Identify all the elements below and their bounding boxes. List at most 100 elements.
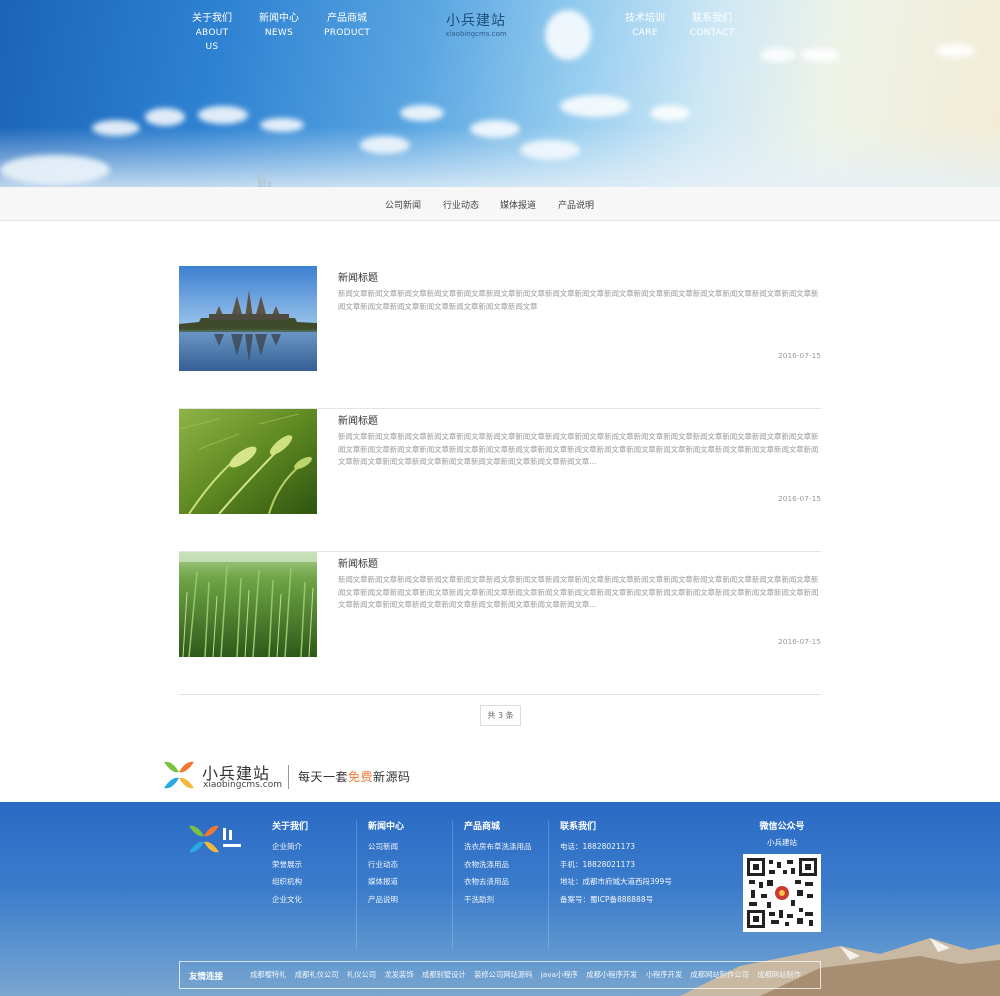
nav-news-en: NEWS bbox=[264, 28, 294, 38]
nav-product-cn: 产品商城 bbox=[327, 13, 367, 24]
nav-contact[interactable]: 联系我们 CONTACT bbox=[688, 12, 736, 40]
footer-link[interactable]: 荣誉展示 bbox=[272, 856, 308, 874]
cloud-decoration bbox=[760, 48, 796, 62]
friend-link[interactable]: 龙发装饰 bbox=[384, 970, 413, 979]
friend-link[interactable]: 装修公司网站源码 bbox=[474, 970, 532, 979]
footer-divider bbox=[452, 820, 453, 948]
wechat-qr-code bbox=[743, 854, 821, 932]
cloud-decoration bbox=[198, 106, 248, 124]
news-title[interactable]: 新闻标题 bbox=[338, 412, 378, 427]
footer-col-about: 关于我们 企业简介 荣誉展示 组织机构 企业文化 bbox=[272, 820, 308, 908]
footer-col-product: 产品商城 洗衣房布草洗涤用品 衣物洗涤用品 衣物去渍用品 干洗助剂 bbox=[464, 820, 532, 908]
nav-care[interactable]: 技术培训 CARE bbox=[624, 12, 666, 40]
nav-about-en: ABOUT US bbox=[195, 28, 229, 52]
friend-link[interactable]: 礼仪公司 bbox=[347, 970, 376, 979]
contact-address: 地址：成都市府城大道西段399号 bbox=[560, 877, 672, 886]
news-thumbnail-temple[interactable] bbox=[179, 266, 317, 371]
friend-link[interactable]: 成都网站制作公司 bbox=[691, 970, 749, 979]
brand-logo-icon bbox=[164, 761, 194, 789]
nav-contact-en: CONTACT bbox=[689, 28, 735, 38]
friend-link[interactable]: java小程序 bbox=[541, 970, 578, 979]
wechat-block: 微信公众号 小兵建站 bbox=[742, 820, 822, 932]
footer-link[interactable]: 洗衣房布草洗涤用品 bbox=[464, 838, 532, 856]
city-skyline bbox=[263, 177, 266, 187]
friend-link[interactable]: 成都小程序开发 bbox=[586, 970, 637, 979]
nav-care-en: CARE bbox=[632, 28, 658, 38]
footer-col-title[interactable]: 产品商城 bbox=[464, 820, 532, 834]
footer-logo-icon bbox=[189, 825, 241, 853]
cloud-decoration bbox=[935, 44, 975, 58]
news-excerpt: 新闻文章新闻文章新闻文章新闻文章新闻文章新闻文章新闻文章新闻文章新闻文章新闻文章… bbox=[338, 432, 819, 466]
city-skyline bbox=[258, 173, 262, 187]
nav-care-cn: 技术培训 bbox=[625, 13, 665, 24]
footer-link[interactable]: 企业简介 bbox=[272, 838, 308, 856]
brand-url: xiaobingcms.com bbox=[203, 780, 282, 790]
news-item[interactable]: 新闻标题 新闻文章新闻文章新闻文章新闻文章新闻文章新闻文章新闻文章新闻文章新闻文… bbox=[179, 552, 821, 695]
nav-news[interactable]: 新闻中心 NEWS bbox=[258, 12, 300, 40]
footer-link[interactable]: 衣物去渍用品 bbox=[464, 873, 532, 891]
horizon-haze bbox=[0, 127, 1000, 187]
pagination-total: 共 3 条 bbox=[480, 705, 521, 726]
footer-col-title[interactable]: 新闻中心 bbox=[368, 820, 404, 834]
hero-banner: 关于我们 ABOUT US 新闻中心 NEWS 产品商城 PRODUCT 小兵建… bbox=[0, 0, 1000, 187]
friend-link[interactable]: 成都樱特礼 bbox=[250, 970, 286, 979]
contact-mobile: 手机：18828021173 bbox=[560, 859, 635, 869]
subnav-company-news[interactable]: 公司新闻 bbox=[385, 198, 421, 211]
slogan-highlight: 免费 bbox=[348, 770, 374, 784]
news-date: 2016-07-15 bbox=[778, 637, 821, 646]
news-item[interactable]: 新闻标题 新闻文章新闻文章新闻文章新闻文章新闻文章新闻文章新闻文章新闻文章新闻文… bbox=[179, 266, 821, 409]
brand-divider bbox=[288, 765, 289, 789]
nav-product-en: PRODUCT bbox=[324, 28, 371, 38]
news-title[interactable]: 新闻标题 bbox=[338, 269, 378, 284]
footer-link[interactable]: 公司新闻 bbox=[368, 838, 404, 856]
slogan-suffix: 新源码 bbox=[373, 770, 411, 784]
friend-links-list: 成都樱特礼 成都礼仪公司 礼仪公司 龙发装饰 成都别墅设计 装修公司网站源码 j… bbox=[250, 970, 807, 980]
friend-link[interactable]: 成都网站制作 bbox=[757, 970, 801, 979]
site-logo-text: 小兵建站 bbox=[446, 13, 506, 29]
footer-link[interactable]: 媒体报道 bbox=[368, 873, 404, 891]
nav-about[interactable]: 关于我们 ABOUT US bbox=[190, 12, 234, 54]
footer-col-title[interactable]: 联系我们 bbox=[560, 820, 672, 834]
news-item[interactable]: 新闻标题 新闻文章新闻文章新闻文章新闻文章新闻文章新闻文章新闻文章新闻文章新闻文… bbox=[179, 409, 821, 552]
friend-link[interactable]: 成都礼仪公司 bbox=[295, 970, 339, 979]
cloud-decoration bbox=[800, 48, 840, 62]
subnav-product-notes[interactable]: 产品说明 bbox=[558, 198, 594, 211]
cloud-decoration bbox=[145, 108, 185, 126]
friend-link[interactable]: 小程序开发 bbox=[646, 970, 682, 979]
cloud-decoration bbox=[560, 95, 630, 117]
cloud-decoration bbox=[650, 105, 690, 121]
brand-strip: 小兵建站 xiaobingcms.com 每天一套免费新源码 bbox=[162, 758, 562, 794]
nav-product[interactable]: 产品商城 PRODUCT bbox=[324, 12, 370, 40]
footer-link[interactable]: 衣物洗涤用品 bbox=[464, 856, 532, 874]
footer-col-contact: 联系我们 电话：18828021173 手机：18828021173 地址：成都… bbox=[560, 820, 672, 908]
subnav-media[interactable]: 媒体报道 bbox=[500, 198, 536, 211]
nav-contact-cn: 联系我们 bbox=[692, 13, 732, 24]
footer-col-news: 新闻中心 公司新闻 行业动态 媒体报道 产品说明 bbox=[368, 820, 404, 908]
footer-link[interactable]: 企业文化 bbox=[272, 891, 308, 909]
friend-link[interactable]: 成都别墅设计 bbox=[422, 970, 466, 979]
slogan-prefix: 每天一套 bbox=[298, 770, 349, 784]
footer-link[interactable]: 组织机构 bbox=[272, 873, 308, 891]
news-date: 2016-07-15 bbox=[778, 351, 821, 360]
footer-divider bbox=[548, 820, 549, 948]
news-date: 2016-07-15 bbox=[778, 494, 821, 503]
wechat-title: 微信公众号 bbox=[759, 822, 805, 832]
contact-icp: 备案号：蜀ICP备888888号 bbox=[560, 894, 654, 904]
news-thumbnail-field[interactable] bbox=[179, 552, 317, 657]
nav-news-cn: 新闻中心 bbox=[259, 13, 299, 24]
friend-links-label: 友情连接 bbox=[189, 972, 224, 982]
category-subnav: 公司新闻 行业动态 媒体报道 产品说明 bbox=[0, 187, 1000, 221]
footer-link[interactable]: 干洗助剂 bbox=[464, 891, 532, 909]
subnav-industry[interactable]: 行业动态 bbox=[443, 198, 479, 211]
friend-links-bar: 友情连接 成都樱特礼 成都礼仪公司 礼仪公司 龙发装饰 成都别墅设计 装修公司网… bbox=[179, 961, 821, 989]
nav-about-cn: 关于我们 bbox=[192, 13, 232, 24]
footer-col-title[interactable]: 关于我们 bbox=[272, 820, 308, 834]
news-thumbnail-wheat[interactable] bbox=[179, 409, 317, 514]
news-title[interactable]: 新闻标题 bbox=[338, 555, 378, 570]
footer-link[interactable]: 产品说明 bbox=[368, 891, 404, 909]
footer-link[interactable]: 行业动态 bbox=[368, 856, 404, 874]
site-footer: 关于我们 企业简介 荣誉展示 组织机构 企业文化 新闻中心 公司新闻 行业动态 … bbox=[0, 802, 1000, 996]
wechat-account: 小兵建站 bbox=[767, 838, 797, 847]
site-logo[interactable]: 小兵建站 xiaobingcms.com bbox=[440, 12, 512, 39]
footer-divider bbox=[356, 820, 357, 948]
